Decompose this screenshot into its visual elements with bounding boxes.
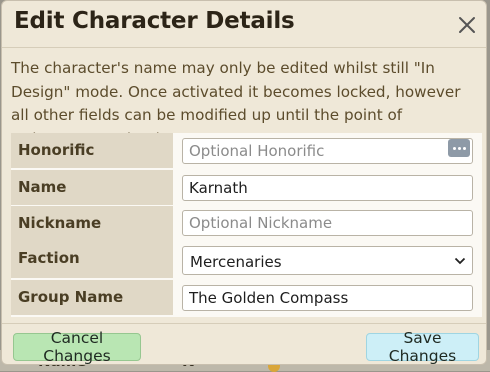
name-label: Name <box>18 178 67 196</box>
edit-character-dialog: Edit Character Details The character's n… <box>1 0 487 365</box>
form-row-group-name: Group Name <box>11 280 482 317</box>
faction-selected-value: Mercenaries <box>190 253 282 271</box>
nickname-input[interactable] <box>182 210 473 236</box>
ellipsis-dot <box>462 146 466 150</box>
label-cell: Faction <box>11 241 173 280</box>
ellipsis-dot <box>457 146 461 150</box>
label-cell: Name <box>11 170 173 207</box>
honorific-label: Honorific <box>18 141 95 159</box>
label-cell: Nickname <box>11 206 173 243</box>
name-input[interactable] <box>182 175 473 201</box>
close-button[interactable] <box>454 12 480 38</box>
form-row-name: Name <box>11 170 482 207</box>
dialog-header: Edit Character Details <box>2 1 486 48</box>
close-x-icon <box>459 17 475 33</box>
group-name-label: Group Name <box>18 288 124 306</box>
honorific-input[interactable] <box>182 138 473 164</box>
save-changes-button[interactable]: Save Changes <box>366 329 479 364</box>
nickname-label: Nickname <box>18 214 102 232</box>
character-form: Honorific Name Nickname Faction <box>11 133 482 317</box>
form-row-honorific: Honorific <box>11 133 482 170</box>
dialog-title: Edit Character Details <box>14 8 295 34</box>
label-cell: Group Name <box>11 280 173 317</box>
form-row-faction: Faction Mercenaries <box>11 241 482 280</box>
form-row-nickname: Nickname <box>11 206 482 243</box>
group-name-input[interactable] <box>182 285 473 311</box>
ellipsis-icon <box>452 146 456 150</box>
honorific-picker-button[interactable] <box>448 139 470 157</box>
chevron-down-icon <box>454 257 466 265</box>
cancel-changes-button[interactable]: Cancel Changes <box>13 329 141 364</box>
faction-label: Faction <box>18 249 80 267</box>
dialog-footer: Cancel Changes Save Changes <box>2 323 486 364</box>
label-cell: Honorific <box>11 133 173 170</box>
faction-select[interactable]: Mercenaries <box>182 246 473 275</box>
